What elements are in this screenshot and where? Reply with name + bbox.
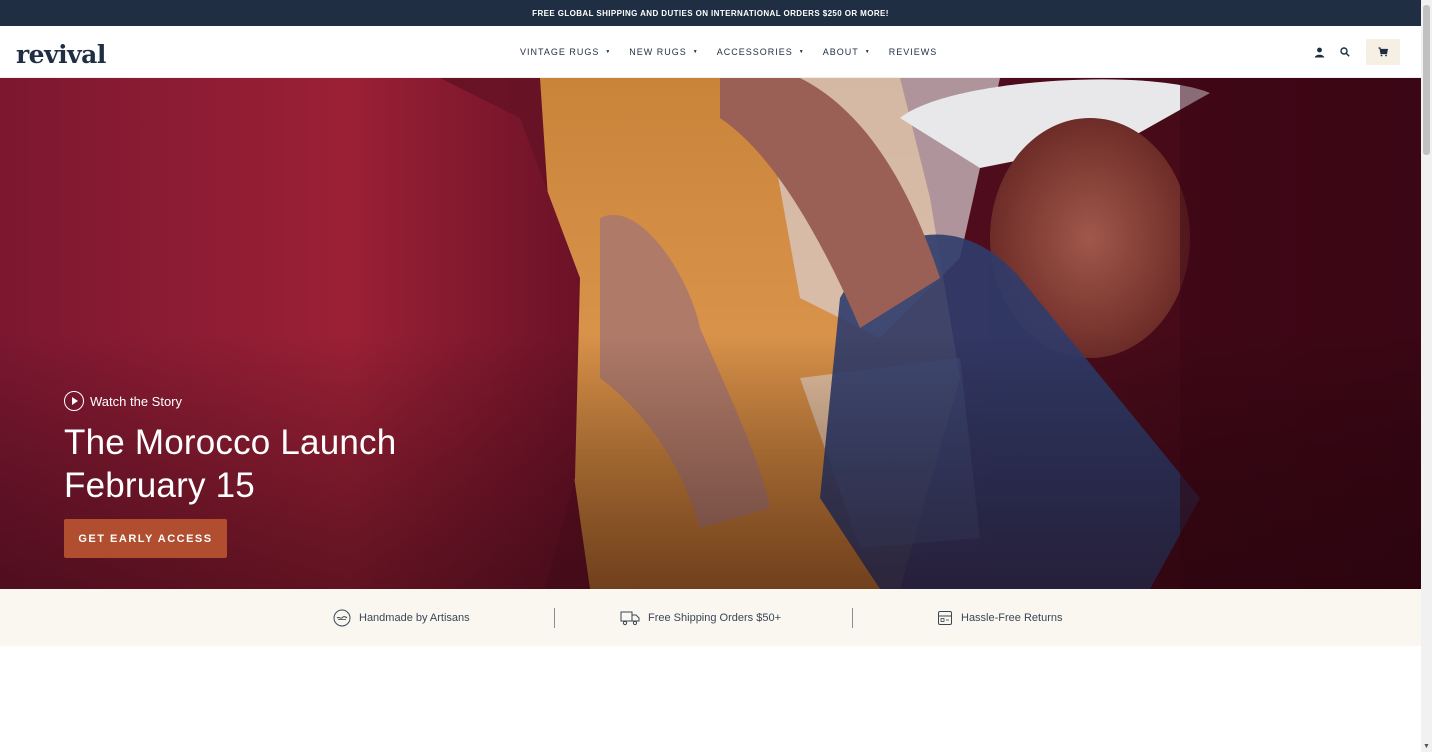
feature-handmade: Handmade by Artisans [333, 589, 470, 646]
feature-shipping: Free Shipping Orders $50+ [620, 589, 781, 646]
divider [852, 608, 853, 628]
scroll-down-icon[interactable]: ▼ [1423, 743, 1430, 750]
features-strip: Handmade by Artisans Free Shipping Order… [0, 589, 1421, 646]
cart-button[interactable] [1366, 39, 1400, 65]
caret-down-icon: ▼ [864, 49, 871, 55]
watch-label: Watch the Story [90, 393, 182, 409]
scrollbar-thumb[interactable] [1423, 5, 1430, 155]
header-icons [1306, 39, 1400, 65]
return-box-icon [938, 610, 952, 625]
hero-content: Watch the Story The Morocco Launch Febru… [64, 391, 396, 558]
page: FREE GLOBAL SHIPPING AND DUTIES ON INTER… [0, 0, 1421, 752]
nav-label: VINTAGE RUGS [520, 47, 600, 57]
nav-label: REVIEWS [888, 47, 938, 57]
nav-label: NEW RUGS [629, 47, 687, 57]
hero-banner: Watch the Story The Morocco Launch Febru… [0, 78, 1421, 589]
nav-label: ACCESSORIES [716, 47, 793, 57]
nav-label: ABOUT [822, 47, 859, 57]
main-nav: VINTAGE RUGS ▼ NEW RUGS ▼ ACCESSORIES ▼ … [520, 26, 955, 78]
caret-down-icon: ▼ [605, 49, 612, 55]
nav-item-reviews[interactable]: REVIEWS [889, 47, 938, 57]
feature-label: Free Shipping Orders $50+ [648, 611, 781, 624]
caret-down-icon: ▼ [798, 49, 805, 55]
feature-label: Hassle-Free Returns [961, 611, 1063, 624]
cart-icon [1378, 47, 1388, 57]
account-icon[interactable] [1306, 39, 1332, 65]
truck-icon [620, 611, 640, 625]
handmade-icon [333, 609, 351, 626]
hero-title: The Morocco Launch February 15 [64, 421, 396, 507]
page-scrollbar[interactable]: ▼ [1421, 0, 1432, 752]
announcement-text: FREE GLOBAL SHIPPING AND DUTIES ON INTER… [532, 8, 889, 18]
nav-item-vintage-rugs[interactable]: VINTAGE RUGS ▼ [520, 47, 611, 57]
divider [554, 608, 555, 628]
nav-item-accessories[interactable]: ACCESSORIES ▼ [717, 47, 805, 57]
feature-returns: Hassle-Free Returns [937, 589, 1062, 646]
nav-item-new-rugs[interactable]: NEW RUGS ▼ [629, 47, 698, 57]
feature-label: Handmade by Artisans [359, 611, 470, 624]
hero-title-line-1: The Morocco Launch [64, 423, 397, 462]
site-header: revival VINTAGE RUGS ▼ NEW RUGS ▼ ACCESS… [0, 26, 1421, 78]
search-icon[interactable] [1332, 39, 1358, 65]
play-icon [64, 391, 84, 411]
logo[interactable]: revival [16, 40, 106, 69]
nav-item-about[interactable]: ABOUT ▼ [823, 47, 871, 57]
get-early-access-button[interactable]: GET EARLY ACCESS [64, 519, 227, 558]
announcement-bar[interactable]: FREE GLOBAL SHIPPING AND DUTIES ON INTER… [0, 0, 1421, 26]
watch-story-link[interactable]: Watch the Story [64, 391, 396, 411]
caret-down-icon: ▼ [692, 49, 699, 55]
hero-title-line-2: February 15 [64, 466, 255, 505]
